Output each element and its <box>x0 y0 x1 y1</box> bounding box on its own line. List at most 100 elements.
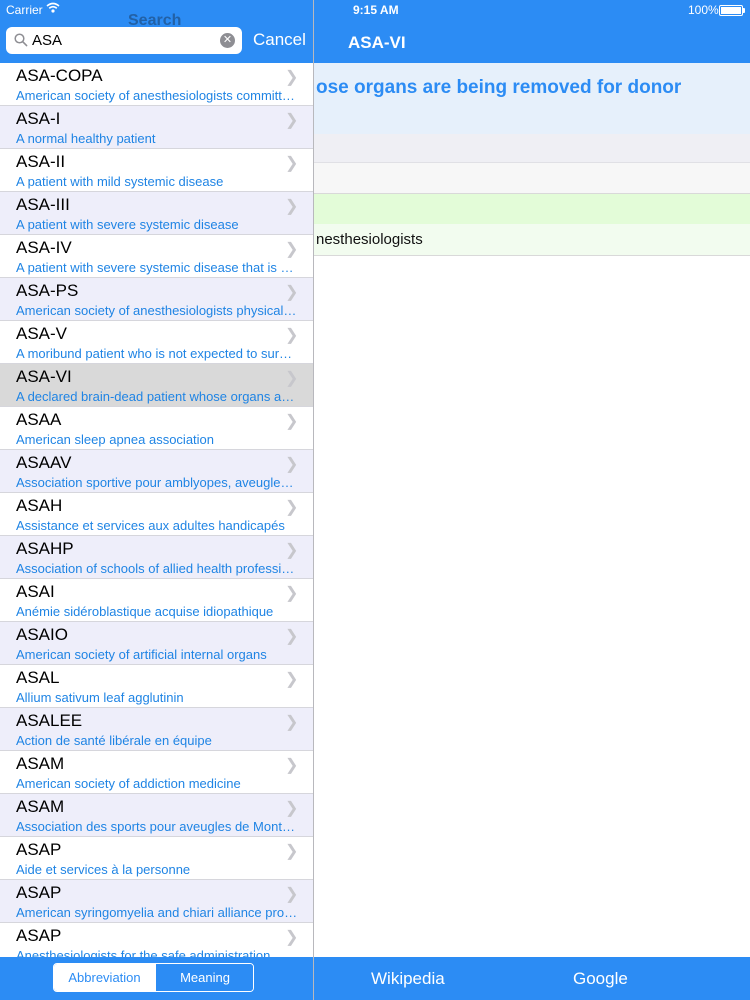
result-row[interactable]: ASA-V A moribund patient who is not expec… <box>0 321 313 364</box>
result-description: American syringomyelia and chiari allian… <box>16 905 298 920</box>
result-abbreviation: ASAIO <box>16 625 68 644</box>
result-description: Association of schools of allied health … <box>16 561 298 576</box>
chevron-right-icon: ❯ <box>285 370 299 387</box>
chevron-right-icon: ❯ <box>285 843 299 860</box>
result-row[interactable]: ASA-II A patient with mild systemic disea… <box>0 149 313 192</box>
result-abbreviation: ASAM <box>16 754 65 773</box>
result-abbreviation: ASAM <box>16 797 65 816</box>
result-abbreviation: ASAA <box>16 410 62 429</box>
result-row[interactable]: ASA-III A patient with severe systemic di… <box>0 192 313 235</box>
result-abbreviation: ASAP <box>16 883 62 902</box>
result-row[interactable]: ASA-COPA American society of anesthesiolo… <box>0 63 313 106</box>
result-description: American society of anesthesiologists ph… <box>16 303 298 318</box>
chevron-right-icon: ❯ <box>285 542 299 559</box>
result-description: Anémie sidéroblastique acquise idiopathi… <box>16 604 274 619</box>
result-description: A declared brain-dead patient whose orga… <box>16 389 298 404</box>
result-row[interactable]: ASAHP Association of schools of allied he… <box>0 536 313 579</box>
result-description: American society of artificial internal … <box>16 647 267 662</box>
result-abbreviation: ASAHP <box>16 539 74 558</box>
result-row[interactable]: ASAIO American society of artificial inte… <box>0 622 313 665</box>
result-row[interactable]: ASAP American syringomyelia and chiari al… <box>0 880 313 923</box>
result-abbreviation: ASAP <box>16 926 62 945</box>
result-description: A patient with mild systemic disease <box>16 174 224 189</box>
battery-icon <box>719 5 745 16</box>
result-description: Assistance et services aux adultes handi… <box>16 518 285 533</box>
result-row[interactable]: ASAI Anémie sidéroblastique acquise idiop… <box>0 579 313 622</box>
battery-percentage: 100% <box>688 3 719 17</box>
meaning-text: ose organs are being removed for donor <box>316 77 682 98</box>
result-description: Association des sports pour aveugles de … <box>16 819 298 834</box>
chevron-right-icon: ❯ <box>285 69 299 86</box>
results-list[interactable]: ASA-COPA American society of anesthesiolo… <box>0 63 313 957</box>
result-row[interactable]: ASAP Anesthesiologists for the safe admin… <box>0 923 313 957</box>
result-row[interactable]: ASAA American sleep apnea association ❯ <box>0 407 313 450</box>
result-row[interactable]: ASA-I A normal healthy patient ❯ <box>0 106 313 149</box>
result-abbreviation: ASA-III <box>16 195 70 214</box>
result-abbreviation: ASA-IV <box>16 238 72 257</box>
result-abbreviation: ASAL <box>16 668 60 687</box>
status-bar: Carrier 9:15 AM 100% <box>0 0 750 20</box>
result-row[interactable]: ASAH Assistance et services aux adultes h… <box>0 493 313 536</box>
result-row[interactable]: ASAM American society of addiction medici… <box>0 751 313 794</box>
result-row[interactable]: ASA-VI A declared brain-dead patient whos… <box>0 364 313 407</box>
result-abbreviation: ASA-COPA <box>16 66 103 85</box>
result-row[interactable]: ASAM Association des sports pour aveugles… <box>0 794 313 837</box>
chevron-right-icon: ❯ <box>285 757 299 774</box>
result-abbreviation: ASA-PS <box>16 281 79 300</box>
result-abbreviation: ASAAV <box>16 453 72 472</box>
cancel-button[interactable]: Cancel <box>253 30 306 50</box>
result-row[interactable]: ASAP Aide et services à la personne ❯ <box>0 837 313 880</box>
result-description: A patient with severe systemic disease t… <box>16 260 298 275</box>
search-panel: Search ✕ Cancel ASA-COPAAmerican society… <box>0 0 314 1000</box>
result-row[interactable]: ASAL Allium sativum leaf agglutinin ❯ <box>0 665 313 708</box>
result-description: Aide et services à la personne <box>16 862 191 877</box>
abbreviation-segment[interactable]: Abbreviation <box>54 964 155 991</box>
google-button[interactable]: Google <box>573 969 628 989</box>
chevron-right-icon: ❯ <box>285 327 299 344</box>
chevron-right-icon: ❯ <box>285 714 299 731</box>
result-description: A moribund patient who is not expected t… <box>16 346 298 361</box>
chevron-right-icon: ❯ <box>285 800 299 817</box>
chevron-right-icon: ❯ <box>285 198 299 215</box>
result-abbreviation: ASA-V <box>16 324 68 343</box>
search-mode-segmented-control[interactable]: Abbreviation Meaning <box>53 963 254 992</box>
source-text: nesthesiologists <box>316 231 423 248</box>
chevron-right-icon: ❯ <box>285 671 299 688</box>
result-row[interactable]: ASAAV Association sportive pour amblyopes… <box>0 450 313 493</box>
chevron-right-icon: ❯ <box>285 628 299 645</box>
result-description: American society of anesthesiologists co… <box>16 88 298 103</box>
result-row[interactable]: ASA-PS American society of anesthesiologi… <box>0 278 313 321</box>
chevron-right-icon: ❯ <box>285 499 299 516</box>
result-description: Action de santé libérale en équipe <box>16 733 212 748</box>
result-abbreviation: ASA-VI <box>16 367 72 386</box>
wifi-icon <box>46 2 60 16</box>
search-input[interactable] <box>32 30 220 51</box>
meaning-segment[interactable]: Meaning <box>155 964 253 991</box>
result-abbreviation: ASA-I <box>16 109 61 128</box>
result-abbreviation: ASALEE <box>16 711 83 730</box>
result-abbreviation: ASAI <box>16 582 55 601</box>
chevron-right-icon: ❯ <box>285 413 299 430</box>
chevron-right-icon: ❯ <box>285 284 299 301</box>
status-time: 9:15 AM <box>353 3 399 17</box>
result-abbreviation: ASAP <box>16 840 62 859</box>
result-description: American society of addiction medicine <box>16 776 241 791</box>
result-description: A normal healthy patient <box>16 131 156 146</box>
search-bar[interactable]: ✕ <box>6 27 242 54</box>
chevron-right-icon: ❯ <box>285 241 299 258</box>
result-description: American sleep apnea association <box>16 432 215 447</box>
result-abbreviation: ASAH <box>16 496 63 515</box>
chevron-right-icon: ❯ <box>285 929 299 946</box>
result-description: A patient with severe systemic disease <box>16 217 239 232</box>
result-description: Allium sativum leaf agglutinin <box>16 690 184 705</box>
result-row[interactable]: ASA-IV A patient with severe systemic dis… <box>0 235 313 278</box>
result-description: Association sportive pour amblyopes, ave… <box>16 475 298 490</box>
search-icon <box>14 33 28 47</box>
chevron-right-icon: ❯ <box>285 456 299 473</box>
result-description: Anesthesiologists for the safe administr… <box>16 948 271 957</box>
result-row[interactable]: ASALEE Action de santé libérale en équipe… <box>0 708 313 751</box>
wikipedia-button[interactable]: Wikipedia <box>371 969 445 989</box>
detail-title: ASA-VI <box>348 33 406 52</box>
clear-icon[interactable]: ✕ <box>220 33 235 48</box>
result-abbreviation: ASA-II <box>16 152 66 171</box>
